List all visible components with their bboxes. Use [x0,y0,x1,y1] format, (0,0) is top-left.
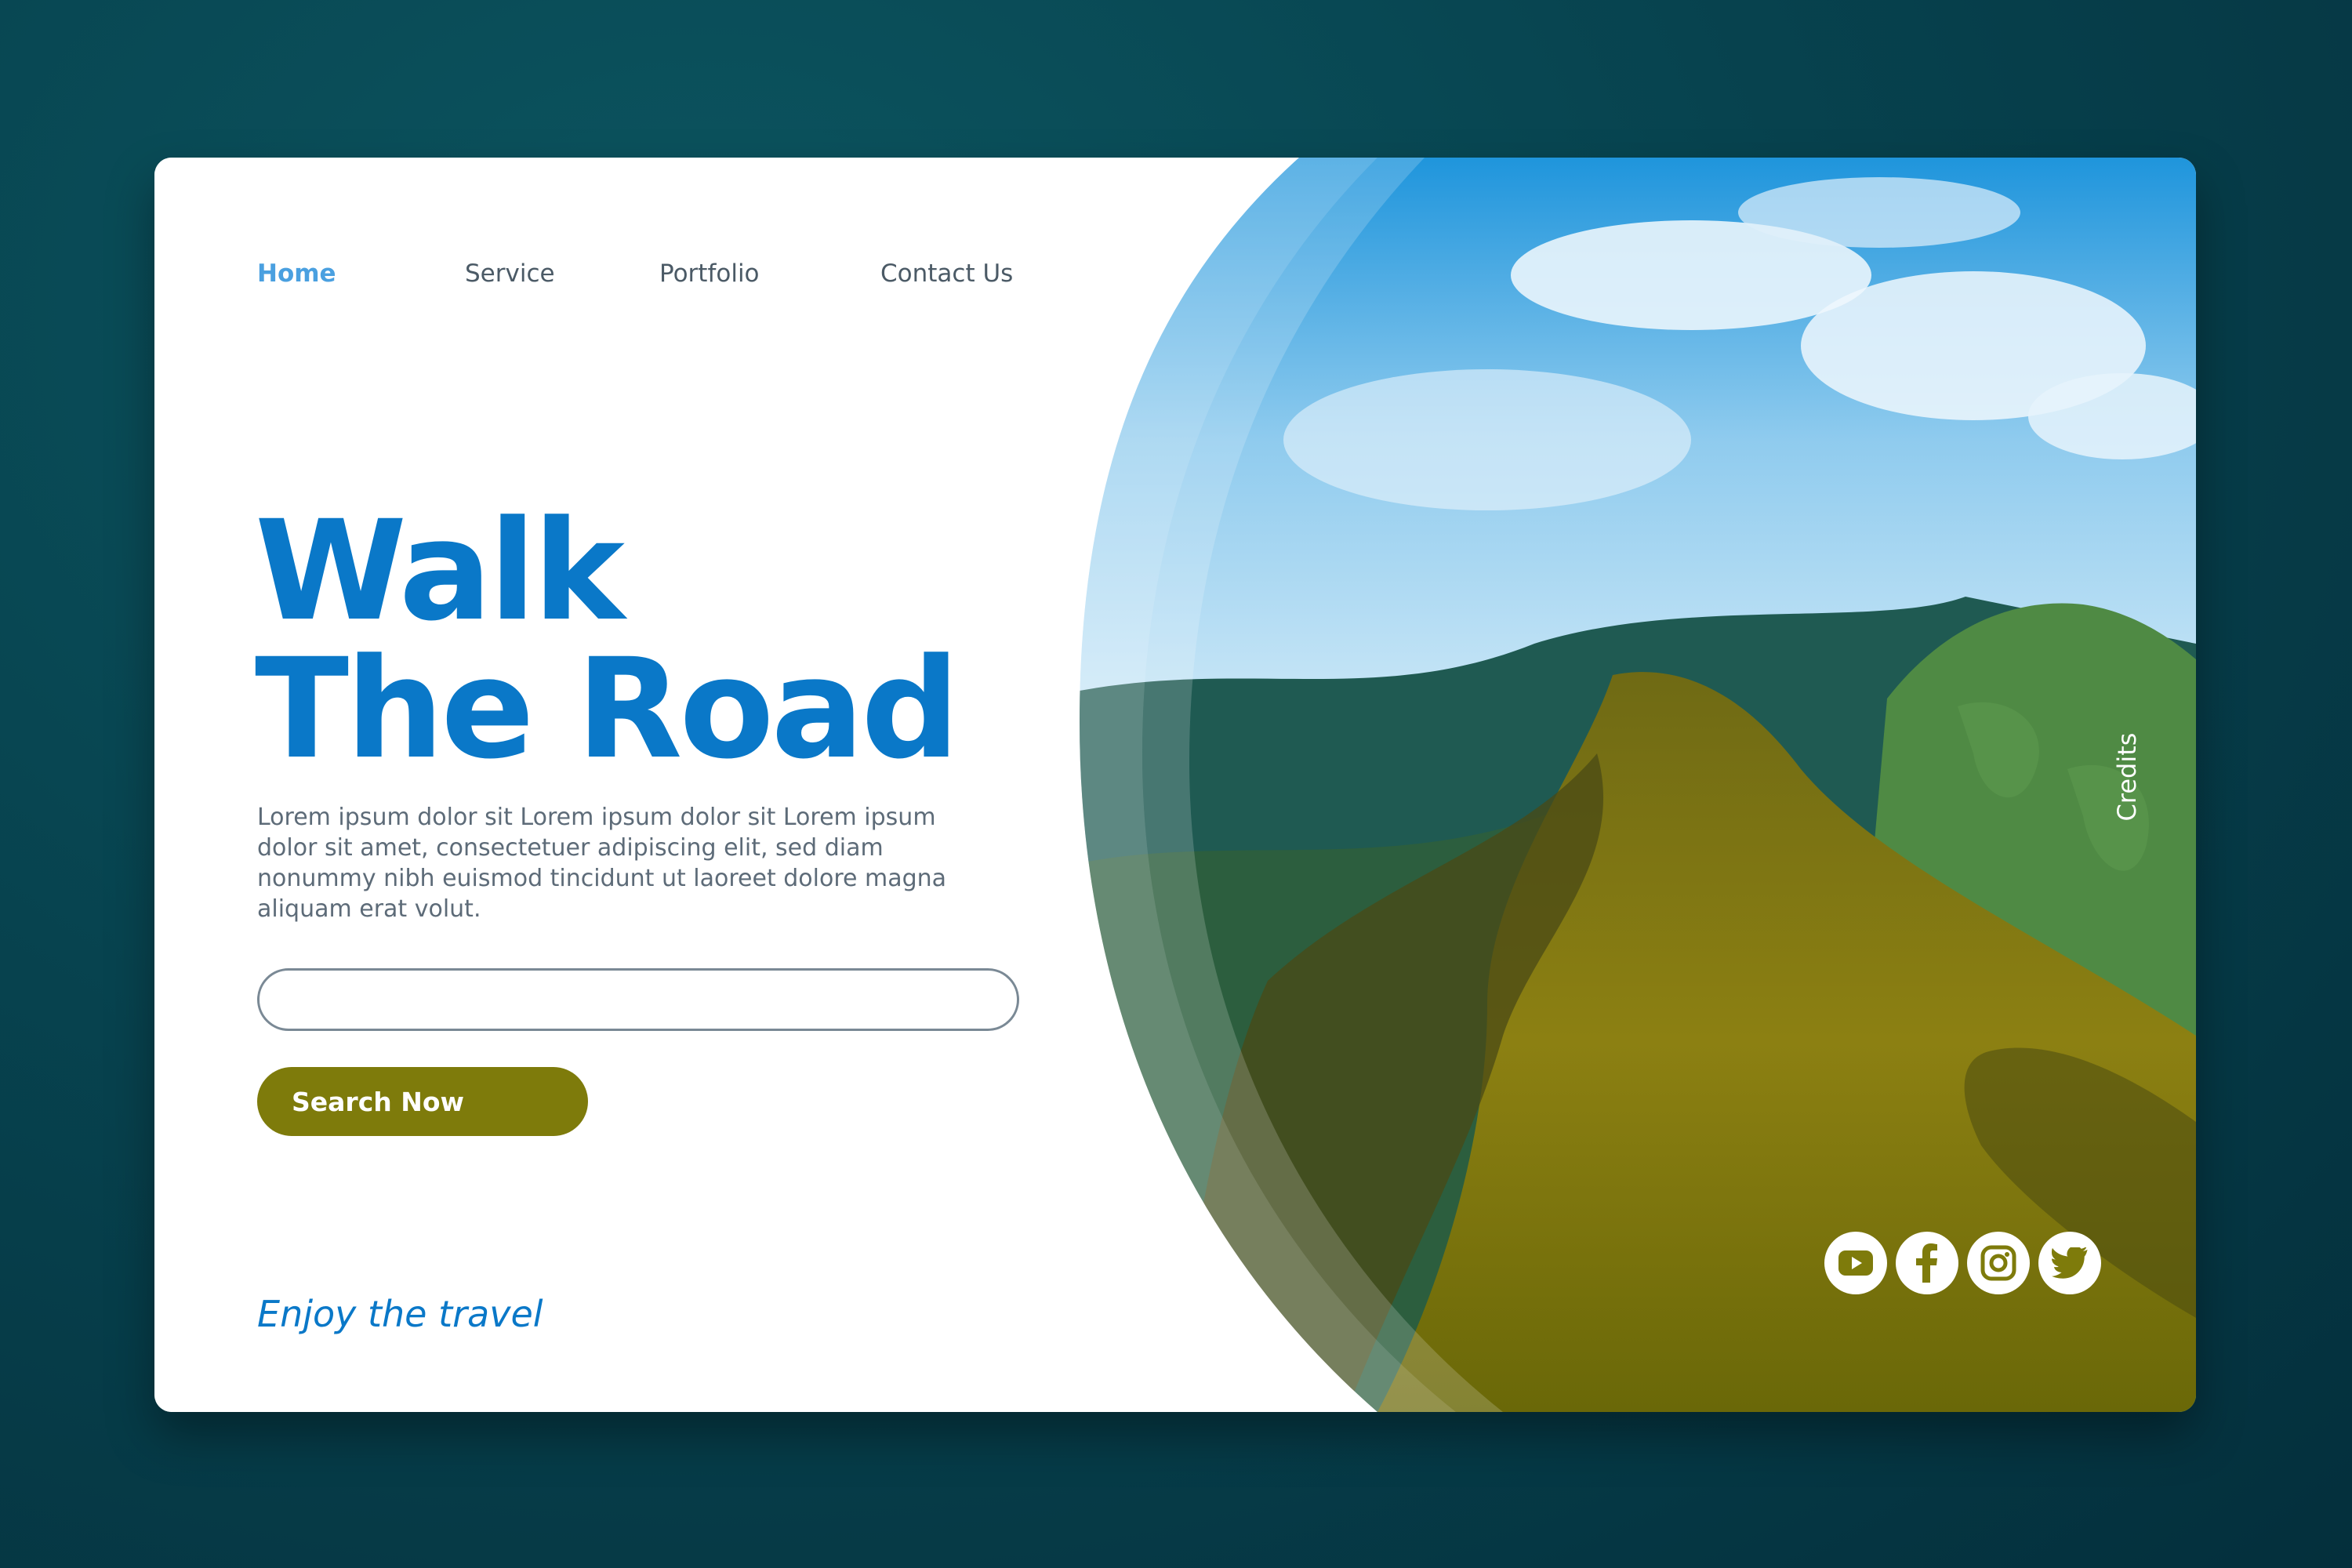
nav-item-service[interactable]: Service [465,260,555,288]
landing-card: Home Service Portfolio Contact Us Walk T… [154,158,2196,1412]
nav-item-contact-us[interactable]: Contact Us [880,260,1013,288]
nav-item-home[interactable]: Home [257,260,336,288]
title-line-1: Walk [255,491,625,652]
twitter-button[interactable] [2038,1232,2101,1294]
title-line-2: The Road [255,629,960,789]
facebook-button[interactable] [1896,1232,1958,1294]
youtube-button[interactable] [1824,1232,1887,1294]
page-title: Walk The Road [255,491,960,789]
facebook-icon [1915,1243,1939,1283]
twitter-icon [2051,1247,2089,1279]
search-input[interactable] [257,968,1019,1031]
tagline: Enjoy the travel [257,1293,543,1335]
hero-description: Lorem ipsum dolor sit Lorem ipsum dolor … [257,804,947,923]
credits-link[interactable]: Credits [2112,733,2142,822]
nav-item-portfolio[interactable]: Portfolio [659,260,760,288]
youtube-icon [1838,1250,1874,1276]
search-now-button[interactable]: Search Now [257,1067,588,1136]
instagram-button[interactable] [1967,1232,2030,1294]
instagram-icon [1980,1245,2016,1281]
